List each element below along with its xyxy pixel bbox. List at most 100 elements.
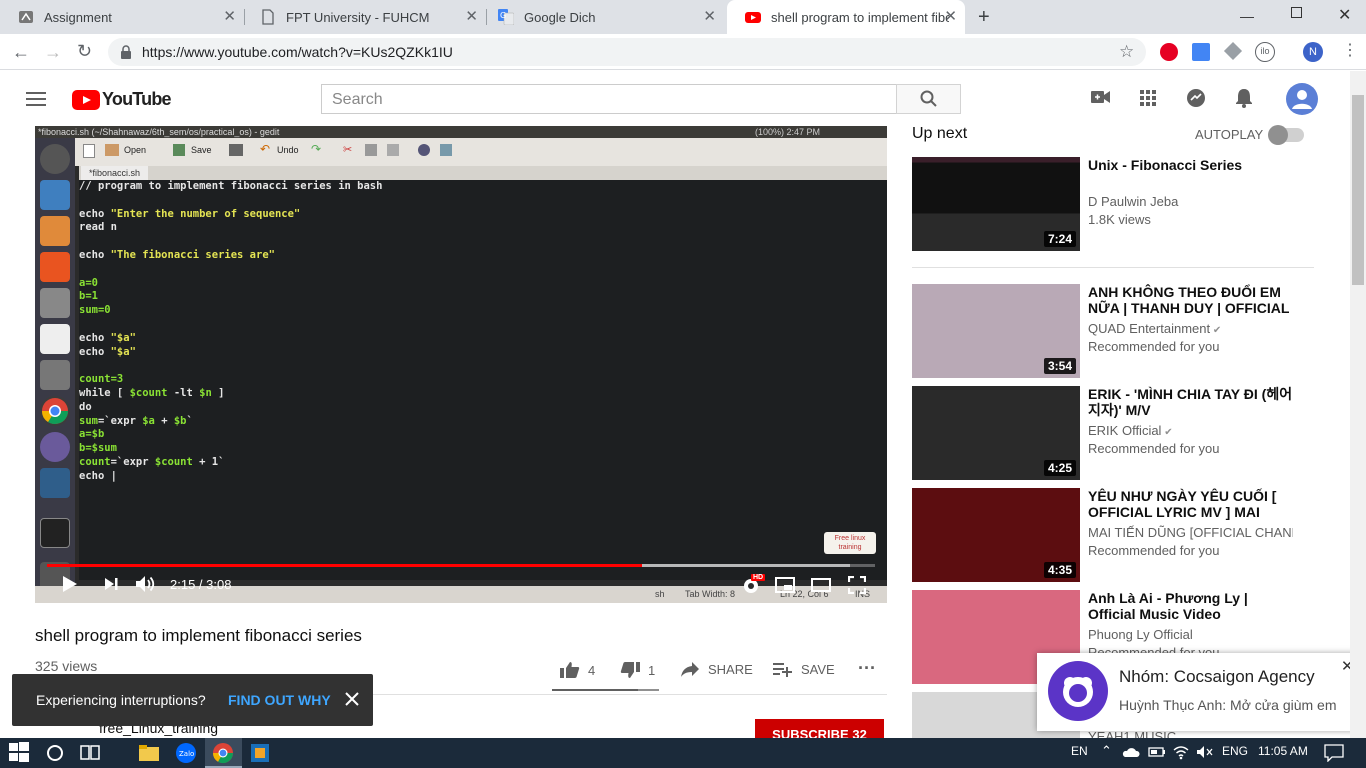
pinterest-icon[interactable] [1160,43,1178,61]
terminal-icon [40,518,70,548]
volume-muted-icon[interactable] [1196,745,1214,759]
video-title[interactable]: ANH KHÔNG THEO ĐUỔI EM NỮA | THANH DUY |… [1088,284,1293,316]
video-progress-bar[interactable] [47,564,875,567]
close-icon[interactable]: ✕ [703,9,716,25]
chrome-taskbar-icon[interactable] [212,742,234,764]
share-button[interactable]: SHARE [680,661,753,677]
action-center-icon[interactable] [1324,744,1344,762]
up-next-heading: Up next [912,125,968,142]
toggle-knob [1268,125,1288,145]
close-icon[interactable]: ✕ [223,9,236,25]
toast-close-icon[interactable] [344,691,360,707]
code-line: b=1 [79,290,98,303]
tab-fpt-university[interactable]: FPT University - FUHCM ✕ [242,0,486,34]
tab-assignment[interactable]: Assignment ✕ [0,0,244,34]
system-clock[interactable]: 11:05 AM [1258,744,1308,758]
forward-arrow-icon[interactable]: → [44,42,62,63]
show-hidden-icons-icon[interactable]: ⌃ [1101,743,1112,759]
video-channel[interactable]: ERIK Official ✔ [1088,423,1293,438]
close-icon[interactable]: ✕ [465,9,478,25]
account-avatar[interactable] [1286,83,1318,115]
video-title[interactable]: Unix - Fibonacci Series [1088,157,1293,173]
file-explorer-icon[interactable] [138,742,160,764]
youtube-logo[interactable]: YouTube [72,89,172,110]
wifi-icon[interactable] [1172,744,1190,760]
tab-google-dich[interactable]: G Google Dich ✕ [480,0,724,34]
paste-icon [387,144,399,156]
video-channel[interactable]: MAI TIẾN DŨNG [OFFICIAL CHANNEL] [1088,525,1293,540]
chrome-menu-icon[interactable]: ⋮ [1342,40,1358,60]
video-meta: Recommended for you [1088,441,1220,456]
new-tab-icon[interactable]: + [978,6,990,29]
code-line: echo "$a" [79,345,136,358]
redo-icon: ↷ [311,142,322,156]
volume-icon[interactable] [135,575,157,593]
reload-icon[interactable]: ↻ [77,41,92,62]
page-icon [260,9,276,25]
code-line: echo "Enter the number of sequence" [79,207,301,220]
video-thumbnail[interactable]: 7:24 [912,157,1080,251]
dislike-button[interactable]: 1 [620,661,655,679]
autoplay-toggle[interactable] [1268,125,1304,145]
view-count: 325 views [35,658,98,674]
video-thumbnail[interactable]: 3:54 [912,284,1080,378]
play-icon[interactable] [62,575,78,593]
video-title[interactable]: Anh Là Ai - Phương Ly | Official Music V… [1088,590,1293,622]
bookmark-star-icon[interactable]: ☆ [1119,42,1134,62]
chat-notification[interactable]: Nhóm: Cocsaigon Agency Huỳnh Thục Anh: M… [1037,653,1361,731]
notifications-bell-icon[interactable] [1235,88,1253,108]
recommended-video[interactable]: 4:25 ERIK - 'MÌNH CHIA TAY ĐI (헤어지자)' M/V… [912,386,1317,480]
tab-youtube-active[interactable]: shell program to implement fibonacci ser… [727,0,965,34]
sentiment-bar [552,689,659,691]
search-input[interactable]: Search [321,84,897,114]
video-thumbnail[interactable]: 4:35 [912,488,1080,582]
save-to-playlist-button[interactable]: SAVE [773,661,835,677]
video-duration: 3:54 [1043,358,1076,374]
video-channel[interactable]: Phuong Ly Official [1088,627,1293,642]
ublock-icon[interactable]: ilo [1255,42,1275,62]
apps-grid-icon[interactable] [1140,90,1157,107]
settings-gear-icon[interactable]: HD [741,574,766,596]
search-circle-icon[interactable] [44,742,66,764]
notification-title: Nhóm: Cocsaigon Agency [1119,667,1315,686]
close-icon[interactable]: ✕ [944,9,957,25]
windows-start-icon[interactable] [9,742,31,764]
recommended-video[interactable]: 3:54 ANH KHÔNG THEO ĐUỔI EM NỮA | THANH D… [912,284,1317,378]
recommended-video[interactable]: 4:35 YÊU NHƯ NGÀY YÊU CUỐI [ OFFICIAL LYR… [912,488,1317,582]
hamburger-menu-icon[interactable] [26,92,46,106]
page-scrollbar[interactable] [1350,71,1366,738]
translate-extension-icon[interactable] [1192,43,1210,61]
recommended-video[interactable]: 7:24 Unix - Fibonacci Series D Paulwin Jeb… [912,157,1317,251]
video-channel[interactable]: QUAD Entertainment ✔ [1088,321,1293,336]
find-out-why-link[interactable]: FIND OUT WHY [228,692,331,708]
search-button[interactable] [896,84,961,114]
onedrive-icon[interactable] [1122,745,1140,759]
video-channel[interactable]: D Paulwin Jeba [1088,194,1293,209]
task-view-icon[interactable] [79,742,101,764]
theater-mode-icon[interactable] [811,578,831,592]
subscribe-button[interactable]: SUBSCRIBE 32 [755,719,884,739]
language-indicator[interactable]: ENG [1222,744,1248,758]
messages-icon[interactable] [1186,88,1206,108]
video-title[interactable]: YÊU NHƯ NGÀY YÊU CUỐI [ OFFICIAL LYRIC M… [1088,488,1293,520]
minimize-icon[interactable]: — [1240,8,1254,24]
zalo-icon[interactable]: Zalo [175,742,197,764]
video-thumbnail[interactable]: 4:25 [912,386,1080,480]
back-arrow-icon[interactable]: ← [12,42,30,63]
channel-watermark[interactable]: Free linux training [824,532,876,554]
fullscreen-icon[interactable] [848,576,866,594]
more-actions-icon[interactable]: ··· [858,658,876,679]
scrollbar-thumb[interactable] [1352,95,1364,285]
create-video-icon[interactable] [1091,89,1111,105]
video-title[interactable]: ERIK - 'MÌNH CHIA TAY ĐI (헤어지자)' M/V [1088,386,1293,418]
profile-avatar[interactable]: N [1303,42,1323,62]
window-close-icon[interactable]: ✕ [1338,5,1351,25]
next-video-icon[interactable] [104,577,118,591]
restore-icon[interactable] [1291,7,1302,18]
like-button[interactable]: 4 [560,661,595,679]
virtualbox-icon[interactable] [249,742,271,764]
miniplayer-icon[interactable] [775,577,795,593]
keyboard-indicator[interactable]: EN [1071,744,1088,758]
battery-icon[interactable] [1148,746,1166,758]
video-player[interactable]: *fibonacci.sh (~/Shahnawaz/6th_sem/os/pr… [35,126,887,603]
